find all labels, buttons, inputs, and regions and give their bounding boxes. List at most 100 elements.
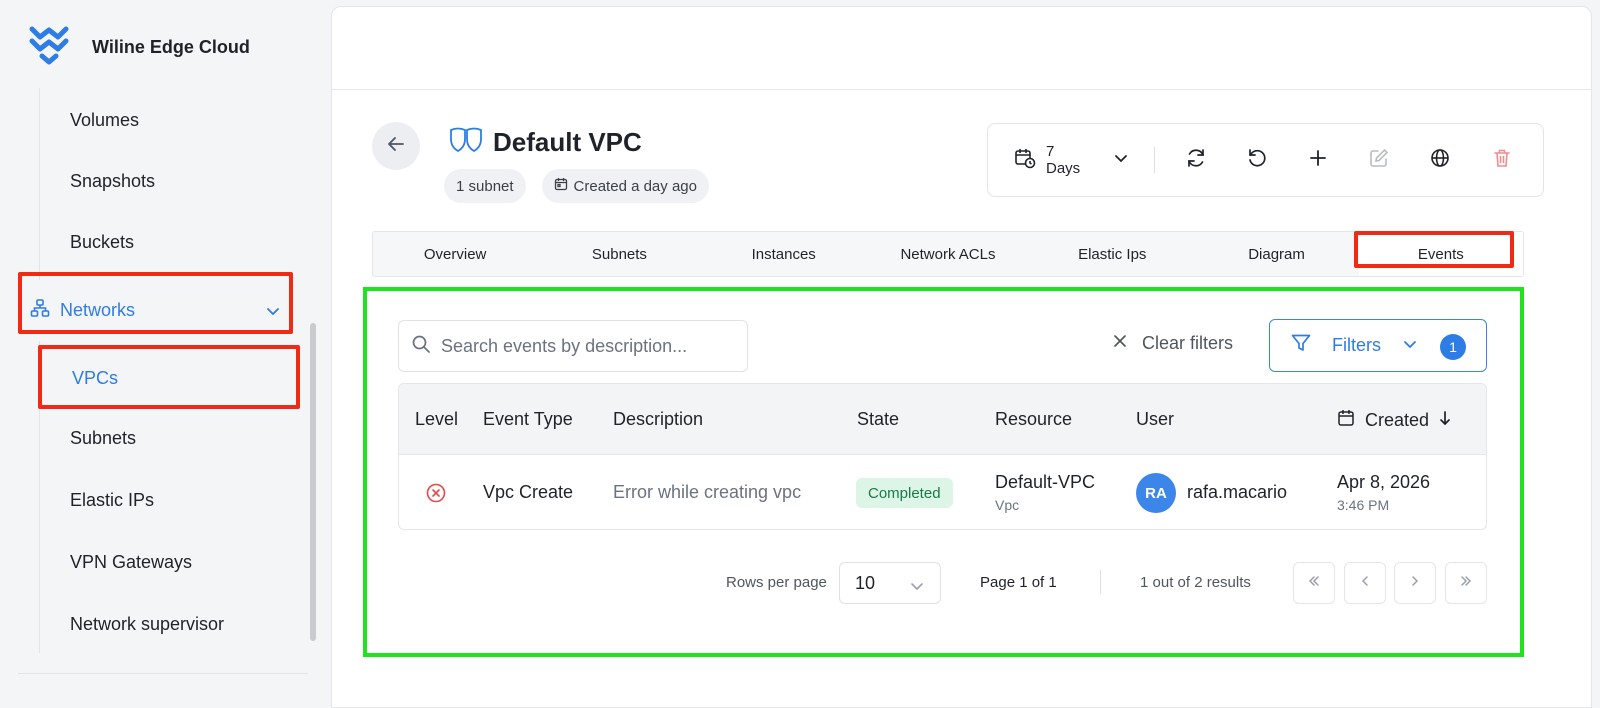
sidebar: Wiline Edge Cloud Volumes Snapshots Buck… bbox=[0, 0, 318, 708]
chevron-down-icon bbox=[910, 577, 924, 598]
reset-icon bbox=[1246, 147, 1268, 174]
filters-button[interactable]: Filters 1 bbox=[1269, 319, 1487, 372]
created-date: Apr 8, 2026 bbox=[1337, 472, 1431, 492]
resource-name[interactable]: Default-VPC bbox=[995, 472, 1095, 493]
event-type-cell: Vpc Create bbox=[483, 482, 574, 502]
tab-events[interactable]: Events bbox=[1358, 232, 1523, 276]
subnet-count-chip: 1 subnet bbox=[444, 169, 526, 203]
column-header-event-type[interactable]: Event Type bbox=[483, 409, 573, 430]
rows-per-page-label: Rows per page bbox=[726, 574, 827, 591]
filters-label: Filters bbox=[1332, 335, 1381, 355]
vpc-shield-icon bbox=[447, 125, 491, 160]
delete-button[interactable] bbox=[1482, 140, 1521, 180]
resource-cell: Default-VPC Vpc bbox=[995, 472, 1095, 513]
status-badge: Completed bbox=[856, 478, 953, 508]
header-chips: 1 subnet Created a day ago bbox=[444, 169, 709, 203]
resource-type: Vpc bbox=[995, 497, 1020, 513]
column-header-created[interactable]: Created bbox=[1337, 409, 1451, 432]
tab-network-acls[interactable]: Network ACLs bbox=[866, 232, 1030, 276]
sidebar-item-subnets[interactable]: Subnets bbox=[70, 428, 136, 449]
pagination: Rows per page 10 Page 1 of 1 1 out of 2 … bbox=[332, 562, 1591, 604]
results-info: 1 out of 2 results bbox=[1140, 574, 1251, 591]
search-icon bbox=[411, 334, 431, 359]
rows-per-page-value: 10 bbox=[855, 572, 876, 593]
last-page-button[interactable] bbox=[1445, 562, 1487, 604]
search-input[interactable] bbox=[441, 335, 731, 357]
sidebar-item-label: VPCs bbox=[72, 367, 119, 388]
sidebar-item-vpcs[interactable]: VPCs bbox=[41, 348, 298, 408]
column-header-level[interactable]: Level bbox=[415, 409, 458, 430]
filters-count-badge: 1 bbox=[1440, 334, 1466, 360]
refresh-button[interactable] bbox=[1177, 140, 1216, 180]
time-range-select[interactable]: 7 Days bbox=[1014, 143, 1128, 177]
filter-icon bbox=[1290, 332, 1312, 359]
sidebar-item-snapshots[interactable]: Snapshots bbox=[70, 171, 155, 192]
network-icon bbox=[30, 298, 50, 323]
chevrons-right-icon bbox=[1458, 573, 1474, 594]
created-time: 3:46 PM bbox=[1337, 497, 1390, 513]
pagination-divider bbox=[1100, 570, 1101, 594]
chevron-left-icon bbox=[1357, 573, 1373, 594]
refresh-icon bbox=[1185, 147, 1207, 174]
resource-tabs: Overview Subnets Instances Network ACLs … bbox=[372, 231, 1524, 277]
edit-button[interactable] bbox=[1360, 140, 1399, 180]
back-button[interactable] bbox=[372, 122, 420, 170]
events-search[interactable] bbox=[398, 320, 748, 372]
brand[interactable]: Wiline Edge Cloud bbox=[28, 24, 250, 71]
next-page-button[interactable] bbox=[1394, 562, 1436, 604]
sidebar-item-network-supervisor[interactable]: Network supervisor bbox=[70, 614, 224, 635]
calendar-clock-icon bbox=[1014, 147, 1036, 173]
reset-button[interactable] bbox=[1238, 140, 1277, 180]
tab-instances[interactable]: Instances bbox=[702, 232, 866, 276]
globe-button[interactable] bbox=[1421, 140, 1460, 180]
brand-name: Wiline Edge Cloud bbox=[92, 37, 250, 57]
error-level-icon bbox=[426, 483, 446, 508]
column-header-state[interactable]: State bbox=[857, 409, 899, 430]
column-header-description[interactable]: Description bbox=[613, 409, 703, 430]
calendar-icon bbox=[554, 177, 568, 195]
rows-per-page-select[interactable]: 10 bbox=[839, 562, 941, 604]
avatar: RA bbox=[1136, 473, 1176, 513]
add-button[interactable] bbox=[1299, 140, 1338, 180]
sidebar-item-elastic-ips[interactable]: Elastic IPs bbox=[70, 490, 154, 511]
chevron-down-icon[interactable] bbox=[266, 302, 280, 323]
clear-filters-button[interactable]: Clear filters bbox=[1112, 333, 1233, 354]
created-chip: Created a day ago bbox=[541, 169, 709, 203]
sidebar-item-volumes[interactable]: Volumes bbox=[70, 110, 139, 131]
description-cell: Error while creating vpc bbox=[613, 482, 802, 502]
sidebar-group-networks[interactable]: Networks bbox=[20, 280, 296, 341]
sidebar-divider bbox=[18, 673, 308, 674]
arrow-left-icon bbox=[385, 133, 407, 160]
sidebar-item-vpn-gateways[interactable]: VPN Gateways bbox=[70, 552, 192, 573]
sidebar-scrollbar[interactable] bbox=[310, 323, 316, 641]
add-icon bbox=[1307, 147, 1329, 174]
subnet-count-text: 1 subnet bbox=[456, 177, 514, 195]
tab-subnets[interactable]: Subnets bbox=[537, 232, 701, 276]
tab-elastic-ips[interactable]: Elastic Ips bbox=[1030, 232, 1194, 276]
table-header: Level Event Type Description State Resou… bbox=[399, 384, 1486, 455]
chevron-down-icon bbox=[1114, 151, 1128, 169]
column-header-resource[interactable]: Resource bbox=[995, 409, 1072, 430]
sidebar-group-label: Networks bbox=[60, 300, 136, 320]
table-row[interactable]: Vpc Create Error while creating vpc Comp… bbox=[399, 455, 1486, 529]
created-cell: Apr 8, 2026 3:46 PM bbox=[1337, 472, 1430, 513]
sort-descending-icon[interactable] bbox=[1439, 410, 1451, 431]
events-table: Level Event Type Description State Resou… bbox=[398, 383, 1487, 530]
first-page-button[interactable] bbox=[1293, 562, 1335, 604]
user-cell: rafa.macario bbox=[1187, 482, 1288, 502]
sidebar-item-buckets[interactable]: Buckets bbox=[70, 232, 134, 253]
chevron-down-icon bbox=[1403, 335, 1417, 356]
tab-diagram[interactable]: Diagram bbox=[1194, 232, 1358, 276]
globe-icon bbox=[1429, 147, 1451, 174]
nav-rail bbox=[39, 88, 40, 653]
chevrons-left-icon bbox=[1306, 573, 1322, 594]
page-header: Default VPC bbox=[447, 125, 642, 160]
calendar-icon bbox=[1337, 409, 1355, 432]
chevron-right-icon bbox=[1407, 573, 1423, 594]
tab-overview[interactable]: Overview bbox=[373, 232, 537, 276]
previous-page-button[interactable] bbox=[1344, 562, 1386, 604]
main-panel: Default VPC 1 subnet Created a day ago 7… bbox=[331, 6, 1592, 708]
toolbar-divider bbox=[1153, 147, 1155, 173]
column-header-user[interactable]: User bbox=[1136, 409, 1174, 430]
clear-filters-label: Clear filters bbox=[1142, 333, 1234, 353]
